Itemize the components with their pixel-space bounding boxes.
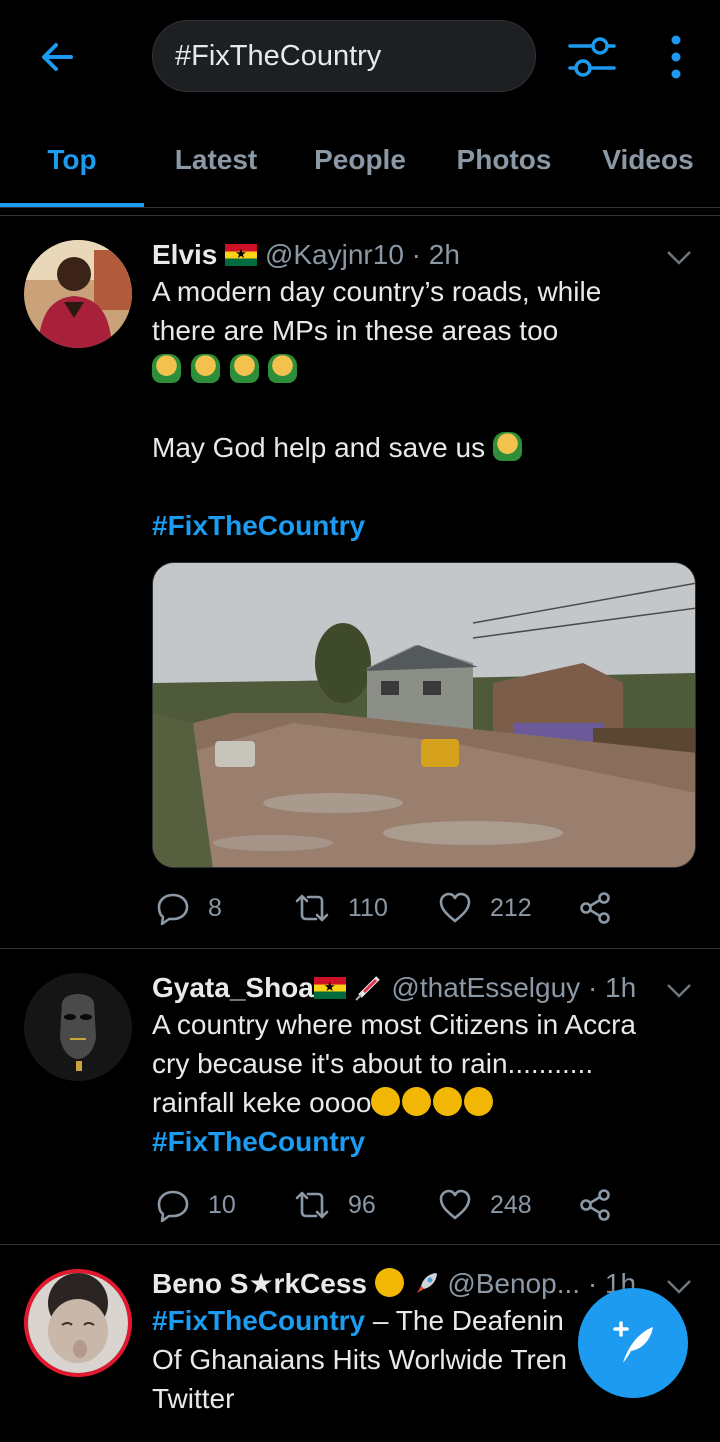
user-handle[interactable]: @Kayjnr10 [265, 239, 404, 270]
reply-count: 10 [208, 1190, 236, 1219]
share-icon [580, 892, 610, 924]
hashtag-link[interactable]: #FixTheCountry [152, 506, 700, 545]
like-count: 212 [490, 893, 532, 922]
user-handle[interactable]: @thatEsselguy [391, 972, 580, 1003]
tweet-text-line: rainfall keke oooo [152, 1083, 700, 1122]
tab-photos[interactable]: Photos [432, 112, 576, 208]
crying-face-icon [371, 1087, 401, 1116]
share-button[interactable] [578, 888, 630, 928]
tweet-time: · 1h [587, 972, 637, 1003]
facepalm-icon [190, 354, 220, 383]
tweet-actions: 10 96 248 [152, 1185, 622, 1225]
compose-tweet-icon [613, 1321, 653, 1363]
tab-people[interactable]: People [288, 112, 432, 208]
tweet-time: · 2h [411, 239, 460, 270]
search-filter-button[interactable] [566, 34, 618, 80]
user-handle[interactable]: @Benop... [447, 1268, 580, 1299]
display-name[interactable]: Gyata_Shoa [152, 972, 314, 1003]
reply-button[interactable]: 10 [156, 1185, 236, 1225]
search-tabs: Top Latest People Photos Videos [0, 112, 720, 208]
tweet-text: A modern day country’s roads, while ther… [152, 272, 700, 545]
search-query: #FixTheCountry [175, 39, 382, 72]
retweet-count: 110 [348, 893, 388, 922]
display-name[interactable]: Beno S★rkCess [152, 1268, 367, 1299]
tweet-text-line: A modern day country’s roads, while [152, 276, 602, 307]
tweet[interactable]: Gyata_Shoa @thatEsselguy · 1h A country … [0, 949, 720, 1244]
like-button[interactable]: 212 [438, 888, 532, 928]
tweet-text-line: A country where most Citizens in Accra [152, 1009, 636, 1040]
rock-on-hand-icon [374, 1268, 404, 1297]
back-button[interactable] [30, 30, 84, 84]
tweet-text-line: there are MPs in these areas too [152, 315, 559, 346]
tweet-text: A country where most Citizens in Accra c… [152, 1005, 700, 1161]
avatar[interactable] [24, 973, 132, 1081]
ghana-flag-icon [313, 977, 346, 999]
tweet-photo[interactable] [152, 562, 696, 868]
rocket-icon [414, 1270, 440, 1296]
tears-of-joy-icon [402, 1087, 432, 1116]
like-count: 248 [490, 1190, 532, 1219]
arrow-left-icon [42, 43, 73, 71]
facepalm-icon [229, 354, 259, 383]
heart-icon [439, 1189, 471, 1220]
chevron-down-icon[interactable] [666, 1279, 692, 1295]
avatar[interactable] [24, 240, 132, 348]
top-bar: #FixTheCountry [0, 0, 720, 112]
chevron-down-icon[interactable] [666, 250, 692, 266]
tabs-divider [0, 207, 720, 208]
retweet-icon [295, 894, 329, 922]
heart-icon [439, 892, 471, 923]
share-icon [580, 1189, 610, 1221]
like-button[interactable]: 248 [438, 1185, 532, 1225]
reply-icon [157, 1190, 189, 1222]
retweet-icon [295, 1191, 329, 1219]
reply-count: 8 [208, 893, 222, 922]
facepalm-icon [492, 432, 522, 461]
tears-of-joy-icon [433, 1087, 463, 1116]
facepalm-icon [152, 354, 181, 383]
tweet-header: Elvis @Kayjnr10 · 2h [152, 238, 700, 272]
compose-tweet-button[interactable] [578, 1288, 688, 1398]
hashtag-link[interactable]: #FixTheCountry [152, 1122, 700, 1161]
reply-icon [157, 893, 189, 925]
hashtag-link[interactable]: #FixTheCountry [152, 1305, 365, 1336]
tab-latest[interactable]: Latest [144, 112, 288, 208]
tab-videos[interactable]: Videos [576, 112, 720, 208]
ghana-flag-icon [225, 244, 258, 266]
retweet-count: 96 [348, 1190, 376, 1219]
chevron-down-icon[interactable] [666, 983, 692, 999]
loudly-crying-face-icon [464, 1087, 494, 1116]
facepalm-icon [268, 354, 298, 383]
share-button[interactable] [578, 1185, 630, 1225]
tweet-actions: 8 110 212 [152, 888, 622, 928]
reply-button[interactable]: 8 [156, 888, 222, 928]
tab-top[interactable]: Top [0, 112, 144, 208]
retweet-button[interactable]: 110 [294, 888, 388, 928]
search-input[interactable]: #FixTheCountry [152, 20, 536, 92]
display-name[interactable]: Elvis [152, 239, 217, 270]
sliders-icon [568, 37, 616, 77]
syringe-icon [354, 976, 380, 1001]
more-vertical-icon [671, 35, 681, 79]
tweet-text-line: May God help and save us [152, 428, 700, 467]
tweet-text-line: cry because it's about to rain..........… [152, 1048, 594, 1079]
emoji-row [152, 350, 700, 389]
more-options-button[interactable] [660, 30, 692, 84]
avatar[interactable] [24, 1269, 132, 1377]
tweet-header: Gyata_Shoa @thatEsselguy · 1h [152, 971, 700, 1005]
retweet-button[interactable]: 96 [294, 1185, 376, 1225]
